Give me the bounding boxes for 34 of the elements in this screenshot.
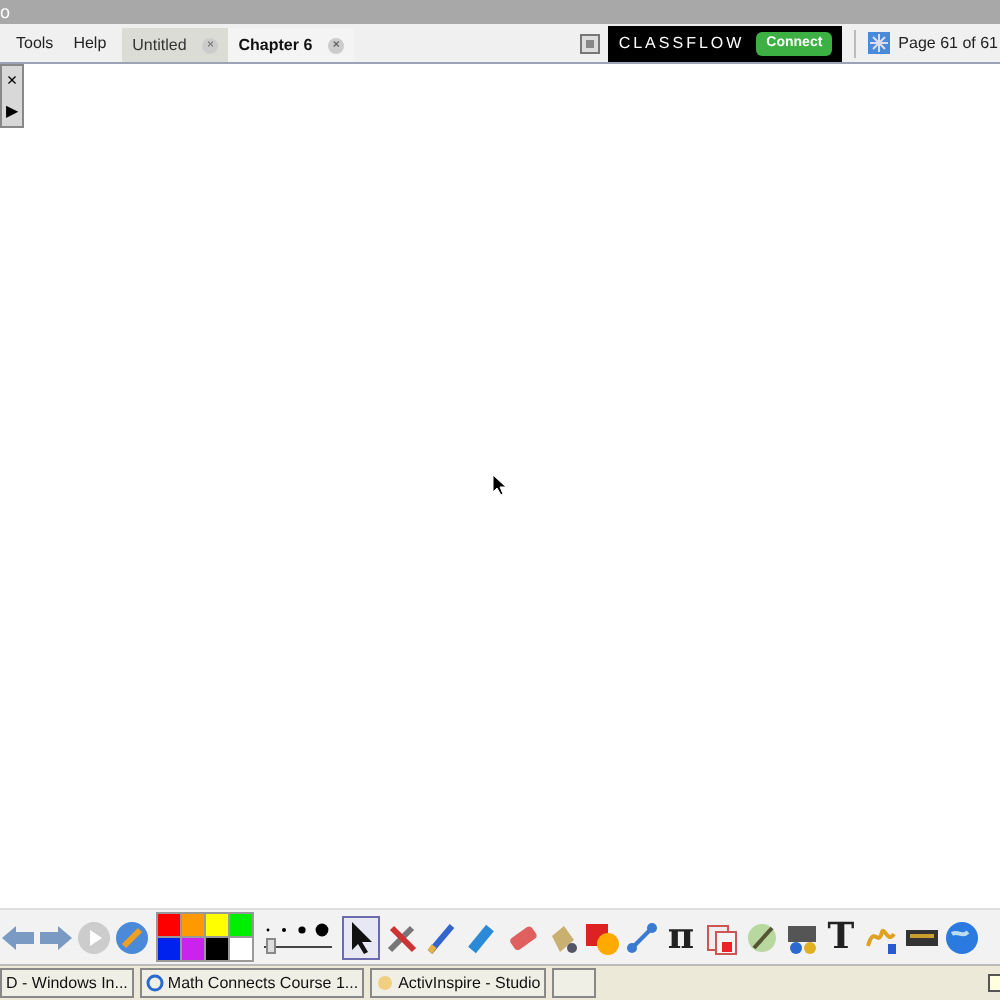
tool-button[interactable]: π	[662, 915, 700, 959]
tool-button[interactable]: T	[822, 915, 860, 959]
snowflake-icon[interactable]	[868, 32, 891, 54]
color-swatch[interactable]	[158, 938, 180, 960]
taskbar-button[interactable]	[552, 968, 597, 998]
pen-width-slider[interactable]	[264, 937, 332, 953]
back-arrow-icon[interactable]	[0, 921, 36, 953]
window-title: o	[0, 3, 11, 21]
classflow-logo: CLASSFLOW	[618, 31, 745, 55]
color-swatch[interactable]	[182, 938, 204, 960]
pen-size-dots-icon[interactable]	[264, 921, 332, 937]
taskbar-button[interactable]: Math Connects Course 1...	[139, 968, 365, 998]
color-swatch[interactable]	[158, 914, 180, 936]
browser-icon	[145, 974, 164, 992]
color-swatch[interactable]	[206, 938, 228, 960]
taskbar-button[interactable]: D - Windows In...	[0, 968, 134, 998]
color-swatch[interactable]	[206, 914, 228, 936]
color-swatch[interactable]	[230, 938, 252, 960]
close-button[interactable]: ×	[6, 72, 18, 91]
page-icon[interactable]	[580, 33, 601, 53]
app-icon	[376, 974, 395, 992]
select-tool-icon[interactable]	[342, 915, 380, 959]
compass-icon[interactable]	[114, 919, 150, 955]
slider-thumb[interactable]	[266, 937, 277, 953]
mouse-cursor-icon	[492, 474, 508, 496]
color-swatch[interactable]	[182, 914, 204, 936]
help-icon[interactable]	[988, 974, 1000, 992]
play-button[interactable]: ▶	[6, 103, 18, 120]
color-swatch[interactable]	[230, 914, 252, 936]
taskbar-button[interactable]: ActivInspire - Studio	[370, 968, 547, 998]
page-indicator: Page 61 of 61	[898, 31, 1000, 55]
menu-item[interactable]: Help	[73, 31, 107, 55]
menu-item[interactable]: Tools	[16, 31, 54, 55]
forward-arrow-icon[interactable]	[38, 921, 74, 953]
